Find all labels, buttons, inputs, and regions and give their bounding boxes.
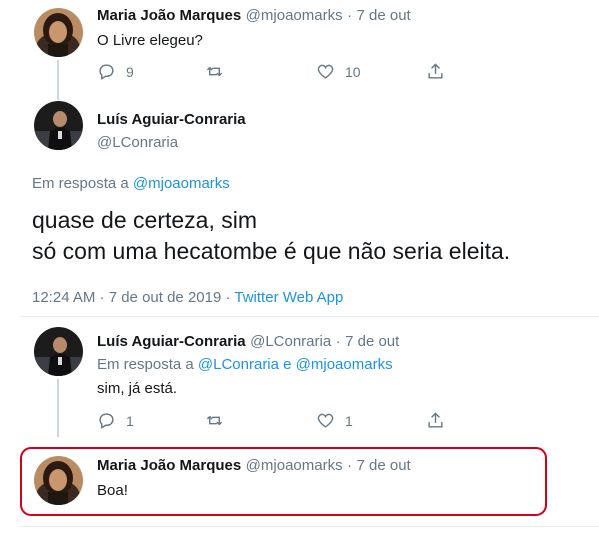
divider [20,316,599,317]
like-icon [317,64,334,79]
tweet-header: Luís Aguiar-Conraria @LConraria · 7 de o… [97,333,399,351]
avatar-luis[interactable] [34,101,83,150]
share-icon [428,63,443,79]
tweet-date[interactable]: 7 de out [345,333,399,350]
main-text-line-2: só com uma hecatombe é que não seria ele… [32,238,511,264]
reply-icon [99,413,114,429]
reply-context: Em resposta a @mjoaomarks [32,175,230,192]
main-text-line-1: quase de certeza, sim [32,207,258,233]
share-button[interactable] [426,62,445,81]
author-handle[interactable]: @LConraria [250,333,331,350]
like-button[interactable]: 10 [316,62,361,81]
thread-line [57,379,59,437]
main-author-name[interactable]: Luís Aguiar-Conraria [97,111,246,128]
share-button[interactable] [426,411,445,430]
reply-to-mentions[interactable]: @LConraria e @mjoaomarks [198,356,393,373]
tweet-text: Boa! [97,482,128,499]
like-count: 10 [345,63,361,80]
avatar-luis[interactable] [34,327,83,376]
like-button[interactable]: 1 [316,411,353,430]
reply-prefix: Em resposta a [32,175,129,192]
thread-line [57,60,59,100]
tweet-header: Maria João Marques @mjoaomarks · 7 de ou… [97,7,411,25]
tweet-date[interactable]: 7 de out [357,457,411,474]
author-handle[interactable]: @mjoaomarks [246,457,343,474]
tweet-text: O Livre elegeu? [97,32,203,49]
tweet-header: Maria João Marques @mjoaomarks · 7 de ou… [97,457,411,475]
reply-to-mention[interactable]: @mjoaomarks [133,175,230,192]
reply-context: Em resposta a @LConraria e @mjoaomarks [97,356,393,373]
author-name[interactable]: Maria João Marques [97,7,241,24]
reply-button[interactable]: 9 [97,62,134,81]
main-timestamp-row: 12:24 AM · 7 de out de 2019 · Twitter We… [32,289,343,306]
avatar-maria[interactable] [34,456,83,505]
reply-count: 9 [126,63,134,80]
divider [20,526,599,527]
reply-icon [99,64,114,80]
author-name[interactable]: Luís Aguiar-Conraria [97,333,246,350]
share-icon [428,412,443,428]
source-app[interactable]: Twitter Web App [234,289,343,306]
retweet-icon [206,416,223,425]
reply-count: 1 [126,412,134,429]
author-name[interactable]: Maria João Marques [97,457,241,474]
author-handle[interactable]: @mjoaomarks [246,7,343,24]
retweet-button[interactable] [205,411,224,430]
reply-button[interactable]: 1 [97,411,134,430]
retweet-icon [206,67,223,76]
main-timestamp[interactable]: 12:24 AM · 7 de out de 2019 · [32,289,230,306]
separator: · [335,333,341,350]
separator: · [347,7,353,24]
main-tweet-text: quase de certeza, sim só com uma hecatom… [32,205,510,267]
like-icon [317,413,334,428]
like-count: 1 [345,412,353,429]
avatar-maria[interactable] [34,8,83,57]
tweet-date[interactable]: 7 de out [357,7,411,24]
reply-prefix: Em resposta a [97,356,194,373]
separator: · [347,457,353,474]
main-author-handle[interactable]: @LConraria [97,134,178,151]
tweet-text: sim, já está. [97,380,178,397]
retweet-button[interactable] [205,62,224,81]
